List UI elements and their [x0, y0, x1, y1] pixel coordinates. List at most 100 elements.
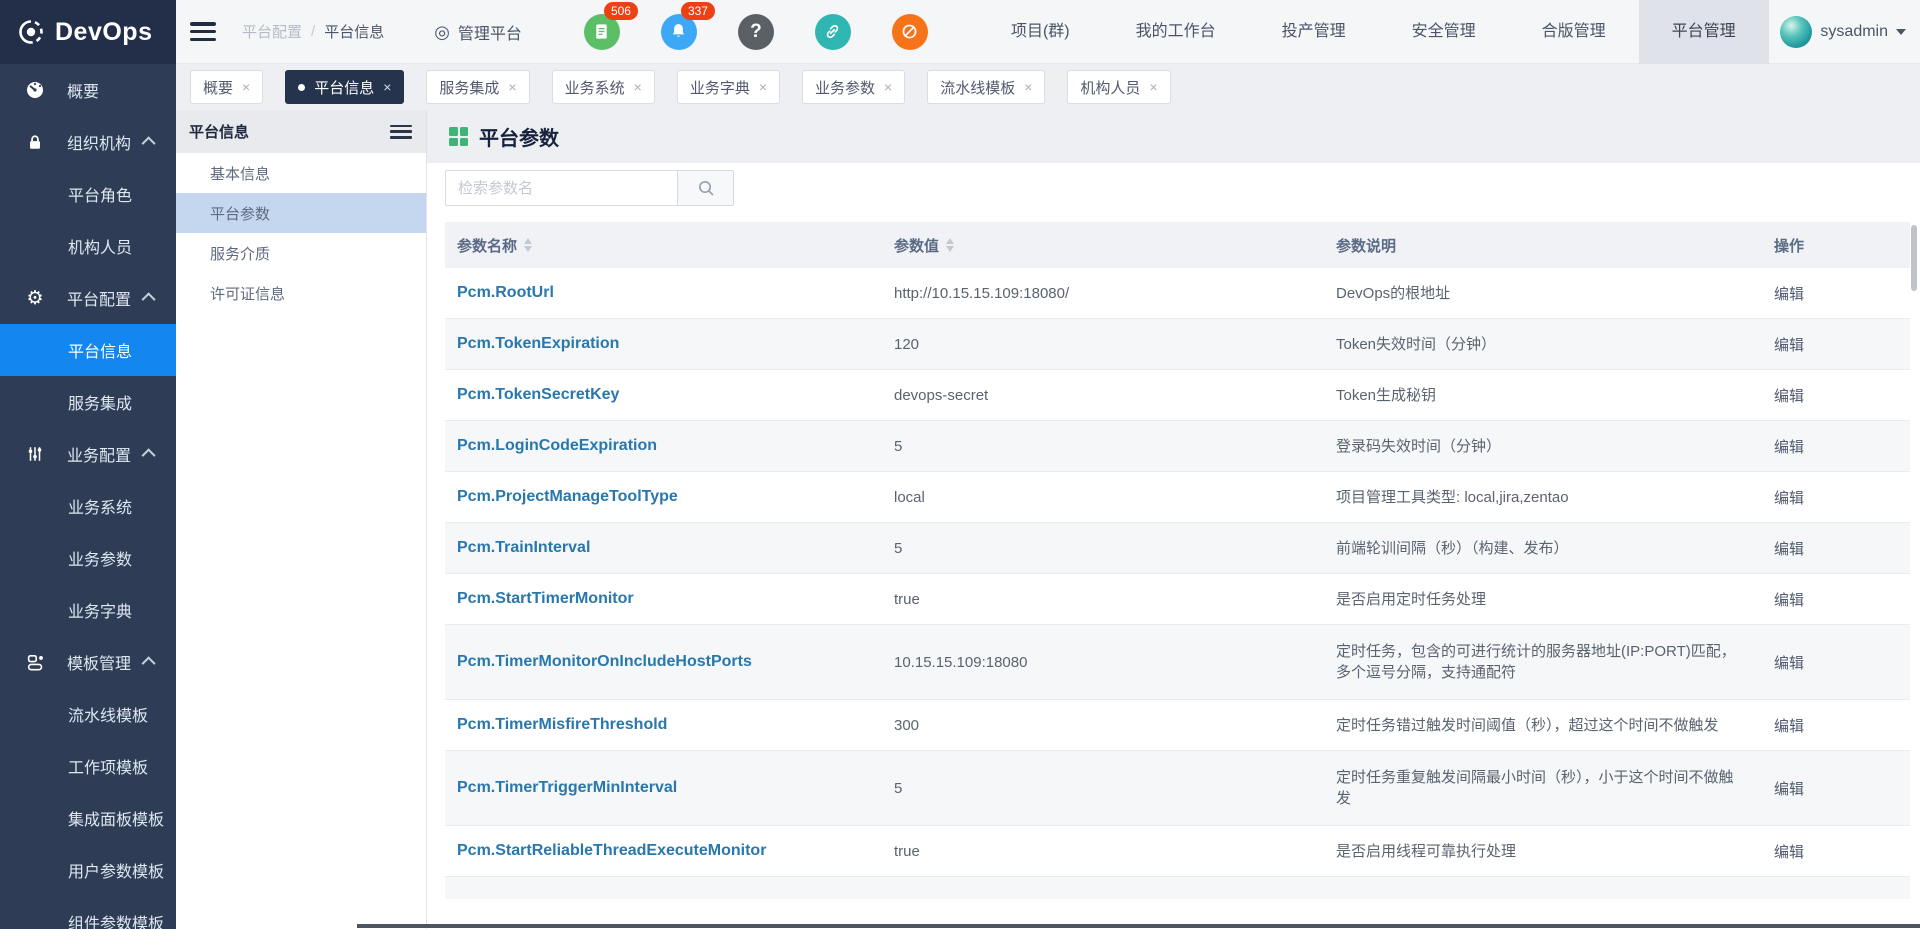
sidebar-item-业务参数[interactable]: 业务参数	[0, 532, 176, 584]
sidebar-item-label: 平台信息	[68, 338, 132, 362]
link-icon[interactable]	[815, 14, 851, 50]
sidebar-item-用户参数模板[interactable]: 用户参数模板	[0, 844, 176, 896]
sidebar-item-业务配置[interactable]: 业务配置	[0, 428, 176, 480]
sidebar-item-平台角色[interactable]: 平台角色	[0, 168, 176, 220]
lock-icon	[25, 132, 45, 152]
nav-item-合版管理[interactable]: 合版管理	[1509, 0, 1639, 64]
search-input[interactable]	[445, 170, 677, 206]
close-icon[interactable]: ×	[759, 80, 767, 94]
close-icon[interactable]: ×	[383, 80, 391, 94]
nav-item-安全管理[interactable]: 安全管理	[1379, 0, 1509, 64]
close-icon[interactable]: ×	[884, 80, 892, 94]
column-label: 参数名称	[457, 235, 517, 256]
edit-button[interactable]: 编辑	[1774, 844, 1804, 861]
param-name-cell: Pcm.TimerMonitorOnIncludeHostPorts	[445, 653, 881, 671]
tab-业务字典[interactable]: 业务字典×	[677, 70, 780, 104]
edit-button[interactable]: 编辑	[1774, 388, 1804, 405]
sidebar-item-组织机构[interactable]: 组织机构	[0, 116, 176, 168]
sidebar-item-label: 机构人员	[68, 234, 132, 258]
edit-button[interactable]: 编辑	[1774, 781, 1804, 798]
notification-badge: 337	[681, 2, 715, 20]
edit-button[interactable]: 编辑	[1774, 286, 1804, 303]
param-value-cell: local	[881, 489, 1321, 506]
notification-badge: 506	[604, 2, 638, 20]
user-menu[interactable]: sysadmin	[1780, 16, 1920, 48]
table-row: Pcm.TimerTriggerMinInterval5定时任务重复触发间隔最小…	[445, 751, 1910, 826]
sidebar-item-工作项模板[interactable]: 工作项模板	[0, 740, 176, 792]
sort-icon[interactable]	[946, 238, 954, 252]
tab-服务集成[interactable]: 服务集成 ×	[426, 70, 529, 104]
table-row: Pcm.StartReliableThreadExecuteMonitortru…	[445, 826, 1910, 877]
tab-业务参数[interactable]: 业务参数×	[802, 70, 905, 104]
breadcrumb: 平台配置 / 平台信息	[242, 21, 384, 42]
header-icon-row: 506337?	[584, 14, 928, 50]
edit-button[interactable]: 编辑	[1774, 541, 1804, 558]
horizontal-scrollbar[interactable]	[357, 924, 1920, 928]
sidebar-item-服务集成[interactable]: 服务集成	[0, 376, 176, 428]
close-icon[interactable]: ×	[508, 80, 516, 94]
tab-机构人员[interactable]: 机构人员×	[1067, 70, 1170, 104]
manage-platform-button[interactable]: ◎ 管理平台	[434, 20, 522, 44]
block-icon[interactable]	[892, 14, 928, 50]
sidebar-item-集成面板模板[interactable]: 集成面板模板	[0, 792, 176, 844]
tab-流水线模板[interactable]: 流水线模板×	[927, 70, 1045, 104]
tab-平台信息[interactable]: 平台信息×	[285, 70, 404, 104]
sidebar-item-业务系统[interactable]: 业务系统	[0, 480, 176, 532]
table-row: Pcm.TimerMonitorOnIncludeHostPorts10.15.…	[445, 625, 1910, 700]
nav-item-投产管理[interactable]: 投产管理	[1249, 0, 1379, 64]
grid-icon	[449, 127, 468, 146]
panel-item-平台参数[interactable]: 平台参数	[176, 193, 426, 233]
open-tabs-bar: 概要×平台信息×服务集成×业务系统×业务字典×业务参数×流水线模板×机构人员×	[176, 64, 1920, 110]
edit-button[interactable]: 编辑	[1774, 337, 1804, 354]
sidebar-item-组件参数模板[interactable]: 组件参数模板	[0, 896, 176, 929]
edit-button[interactable]: 编辑	[1774, 718, 1804, 735]
sidebar-item-label: 平台角色	[68, 182, 132, 206]
breadcrumb-parent[interactable]: 平台配置	[242, 21, 302, 42]
sidebar-item-概要[interactable]: 概要	[0, 64, 176, 116]
column-header-参数说明: 参数说明	[1321, 235, 1761, 256]
close-icon[interactable]: ×	[1149, 80, 1157, 94]
sort-icon[interactable]	[524, 238, 532, 252]
close-icon[interactable]: ×	[1024, 80, 1032, 94]
edit-button[interactable]: 编辑	[1774, 655, 1804, 672]
sidebar-item-label: 业务字典	[68, 598, 132, 622]
param-value-cell: 5	[881, 780, 1321, 797]
nav-item-平台管理[interactable]: 平台管理	[1639, 0, 1769, 64]
tab-label: 服务集成	[439, 77, 499, 98]
nav-item-我的工作台[interactable]: 我的工作台	[1103, 0, 1249, 64]
sliders-icon	[25, 444, 45, 464]
table-row: Pcm.TimerMisfireThreshold300定时任务错过触发时间阈值…	[445, 700, 1910, 751]
help-icon[interactable]: ?	[738, 14, 774, 50]
edit-button[interactable]: 编辑	[1774, 439, 1804, 456]
edit-button[interactable]: 编辑	[1774, 592, 1804, 609]
param-value-cell: 120	[881, 336, 1321, 353]
action-cell: 编辑	[1761, 487, 1910, 508]
top-header: 平台配置 / 平台信息 ◎ 管理平台 506337? 项目(群)我的工作台投产管…	[176, 0, 1920, 64]
param-name-cell: Pcm.TokenExpiration	[445, 335, 881, 353]
sidebar-item-机构人员[interactable]: 机构人员	[0, 220, 176, 272]
search-button[interactable]	[677, 170, 734, 206]
sidebar-item-模板管理[interactable]: 模板管理	[0, 636, 176, 688]
panel-item-服务介质[interactable]: 服务介质	[176, 233, 426, 273]
close-icon[interactable]: ×	[242, 80, 250, 94]
panel-item-基本信息[interactable]: 基本信息	[176, 153, 426, 193]
table-row: Pcm.TokenExpiration120Token失效时间（分钟）编辑	[445, 319, 1910, 370]
action-cell: 编辑	[1761, 652, 1910, 673]
tab-概要[interactable]: 概要×	[190, 70, 263, 104]
sidebar-item-业务字典[interactable]: 业务字典	[0, 584, 176, 636]
sidebar-item-label: 服务集成	[68, 390, 132, 414]
panel-collapse-icon[interactable]	[390, 125, 412, 139]
panel-item-许可证信息[interactable]: 许可证信息	[176, 273, 426, 313]
tab-业务系统[interactable]: 业务系统×	[552, 70, 655, 104]
vertical-scrollbar[interactable]	[1911, 225, 1917, 291]
sidebar-item-流水线模板[interactable]: 流水线模板	[0, 688, 176, 740]
sort-desc-icon	[946, 246, 954, 252]
param-desc-cell: DevOps的根地址	[1321, 283, 1761, 304]
sidebar-collapse-icon[interactable]	[190, 22, 216, 41]
sidebar-item-平台配置[interactable]: ⚙平台配置	[0, 272, 176, 324]
close-icon[interactable]: ×	[634, 80, 642, 94]
nav-item-项目(群)[interactable]: 项目(群)	[978, 0, 1103, 64]
sidebar-item-平台信息[interactable]: 平台信息	[0, 324, 176, 376]
action-cell: 编辑	[1761, 589, 1910, 610]
edit-button[interactable]: 编辑	[1774, 490, 1804, 507]
